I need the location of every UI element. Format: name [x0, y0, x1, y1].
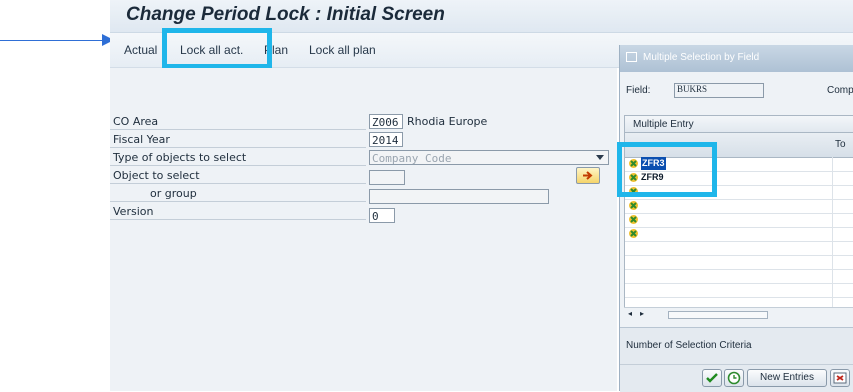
object-to-select-field[interactable]	[369, 170, 405, 185]
highlight-lock-all-act	[162, 28, 272, 69]
table-row[interactable]	[625, 241, 853, 256]
selection-count-label: Number of Selection Criteria	[626, 340, 752, 351]
actual-button[interactable]: Actual	[124, 43, 157, 57]
selection-option-icon[interactable]	[628, 200, 639, 211]
fiscal-year-label: Fiscal Year	[110, 131, 366, 148]
delete-entries-button[interactable]	[830, 369, 850, 387]
highlight-selected-entries	[617, 142, 717, 197]
new-entries-button[interactable]: New Entries	[747, 369, 827, 387]
field-name-field: BUKRS	[674, 83, 764, 98]
clock-icon	[727, 371, 741, 385]
horizontal-scrollbar[interactable]: ◂ ▸	[624, 307, 853, 322]
multiple-selection-button[interactable]	[576, 167, 600, 184]
to-column-header: To	[835, 139, 846, 150]
field-description: Comp	[827, 85, 853, 96]
selection-option-icon[interactable]	[628, 214, 639, 225]
selection-form: CO Area Z006 Rhodia Europe Fiscal Year 2…	[110, 68, 617, 391]
table-row[interactable]	[625, 255, 853, 270]
fiscal-year-field[interactable]: 2014	[369, 132, 403, 147]
dialog-title: Multiple Selection by Field	[643, 52, 760, 63]
version-label: Version	[110, 203, 366, 220]
dialog-window-icon	[626, 52, 637, 62]
checkmark-icon	[706, 373, 718, 383]
object-to-select-label: Object to select	[110, 167, 366, 184]
co-area-description: Rhodia Europe	[407, 115, 488, 128]
selection-option-icon[interactable]	[628, 228, 639, 239]
field-label: Field:	[626, 85, 651, 96]
or-group-field[interactable]	[369, 189, 549, 204]
dialog-title-bar: Multiple Selection by Field	[620, 45, 853, 72]
annotation-arrow	[0, 40, 112, 41]
object-type-dropdown[interactable]: Company Code	[369, 150, 609, 165]
table-row[interactable]	[625, 213, 853, 228]
dialog-footer: Number of Selection Criteria New Entries	[620, 327, 853, 392]
table-row[interactable]	[625, 199, 853, 214]
table-row[interactable]	[625, 269, 853, 284]
page-title: Change Period Lock : Initial Screen	[126, 4, 445, 25]
scroll-right-icon[interactable]: ▸	[640, 309, 644, 318]
table-row[interactable]	[625, 227, 853, 242]
scroll-left-icon[interactable]: ◂	[628, 309, 632, 318]
scrollbar-thumb[interactable]	[668, 311, 768, 319]
multiple-selection-dialog: Multiple Selection by Field Field: BUKRS…	[619, 45, 853, 392]
delete-icon	[833, 372, 847, 384]
multiple-entry-tab-label: Multiple Entry	[633, 119, 694, 130]
co-area-field[interactable]: Z006	[369, 114, 403, 129]
table-row[interactable]	[625, 283, 853, 298]
arrow-right-icon	[583, 171, 593, 180]
co-area-label: CO Area	[110, 113, 366, 130]
dropdown-arrow-icon[interactable]	[596, 155, 604, 160]
lock-all-plan-button[interactable]: Lock all plan	[309, 43, 376, 57]
multiple-entry-tab[interactable]: Multiple Entry	[624, 115, 853, 133]
version-field[interactable]: 0	[369, 208, 395, 223]
object-type-label: Type of objects to select	[110, 149, 366, 166]
confirm-button[interactable]	[702, 369, 722, 387]
execute-button[interactable]	[724, 369, 744, 387]
footer-divider	[620, 364, 853, 365]
or-group-label: or group	[110, 185, 366, 202]
